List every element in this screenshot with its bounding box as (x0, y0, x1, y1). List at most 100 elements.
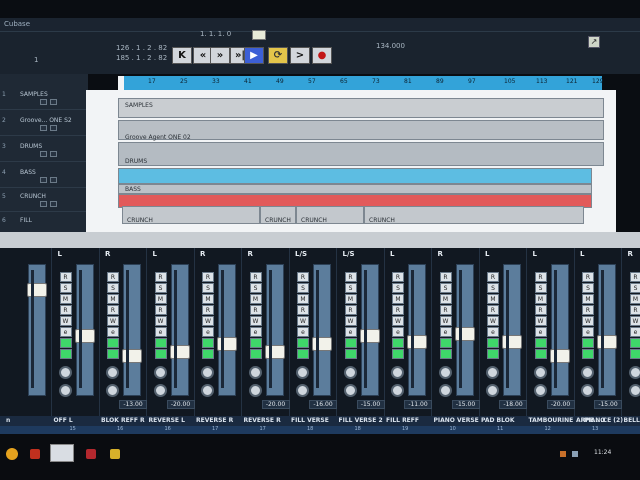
insert-toggle[interactable] (629, 349, 640, 359)
channel-button[interactable]: S (534, 283, 547, 293)
pan-knob-icon[interactable] (391, 366, 404, 379)
crunch-part[interactable]: CRUNCH (364, 206, 584, 224)
channel-button[interactable]: R (534, 305, 547, 315)
volume-readout[interactable]: -16.00 (309, 400, 337, 409)
monitor-toggle[interactable] (202, 338, 214, 348)
lane-samples[interactable]: SAMPLES (118, 98, 604, 118)
pan-knob-icon[interactable] (533, 384, 547, 397)
monitor-toggle[interactable] (392, 338, 404, 348)
play-button[interactable]: ▶ (244, 47, 264, 64)
channel-button[interactable]: e (439, 327, 452, 337)
channel-button[interactable]: W (439, 316, 452, 326)
channel-button[interactable]: M (487, 294, 499, 304)
pan-knob-icon[interactable] (581, 384, 594, 397)
channel-button[interactable]: M (107, 294, 119, 304)
rewind-start-button[interactable]: K (172, 47, 192, 64)
pan-knob-icon[interactable] (486, 366, 499, 379)
fader-handle[interactable] (359, 329, 380, 343)
channel-button[interactable]: W (249, 316, 262, 326)
channel-button[interactable]: R (297, 305, 309, 315)
fader-handle[interactable] (549, 349, 570, 363)
solo-toggle[interactable] (50, 151, 57, 157)
tray-icon[interactable] (560, 451, 566, 457)
monitor-toggle[interactable] (534, 338, 547, 348)
channel-button[interactable]: M (534, 294, 547, 304)
solo-toggle[interactable] (50, 125, 57, 131)
channel-button[interactable]: M (629, 294, 640, 304)
pan-knob-icon[interactable] (153, 366, 167, 379)
channel-button[interactable]: R (107, 305, 119, 315)
mute-toggle[interactable] (40, 151, 47, 157)
pan-knob-icon[interactable] (296, 384, 309, 397)
pan-knob-icon[interactable] (628, 366, 640, 379)
monitor-toggle[interactable] (249, 338, 262, 348)
playhead[interactable] (118, 76, 124, 90)
channel-button[interactable]: e (582, 327, 594, 337)
app-icon[interactable] (110, 449, 120, 459)
channel-button[interactable]: S (59, 283, 72, 293)
fader-handle[interactable] (407, 335, 427, 349)
locator-marker[interactable] (252, 30, 266, 40)
pan-knob-icon[interactable] (628, 384, 640, 397)
track-row[interactable]: 2 Groove... ONE S2 (0, 114, 88, 136)
channel-button[interactable]: S (392, 283, 404, 293)
channel-button[interactable]: e (202, 327, 214, 337)
step-button[interactable]: > (290, 47, 310, 64)
channel-button[interactable]: W (297, 316, 309, 326)
channel-button[interactable]: R (202, 305, 214, 315)
channel-button[interactable]: S (439, 283, 452, 293)
fader-handle[interactable] (27, 283, 47, 297)
channel-button[interactable]: R (582, 305, 594, 315)
channel-button[interactable]: R (534, 272, 547, 282)
start-icon[interactable] (6, 448, 18, 460)
channel-button[interactable]: R (582, 272, 594, 282)
fader-handle[interactable] (597, 335, 617, 349)
crunch-part[interactable]: CRUNCH (122, 206, 260, 224)
channel-button[interactable]: R (107, 272, 119, 282)
monitor-toggle[interactable] (487, 338, 499, 348)
monitor-toggle[interactable] (107, 338, 119, 348)
pan-knob-icon[interactable] (533, 366, 547, 379)
mute-toggle[interactable] (40, 99, 47, 105)
insert-toggle[interactable] (202, 349, 214, 359)
pan-knob-icon[interactable] (248, 366, 262, 379)
pan-knob-icon[interactable] (58, 384, 72, 397)
left-locator[interactable]: 126 . 1 . 2 . 82 (116, 44, 167, 52)
channel-button[interactable]: R (629, 272, 640, 282)
channel-button[interactable]: R (392, 272, 404, 282)
insert-toggle[interactable] (439, 349, 452, 359)
channel-button[interactable]: R (154, 272, 167, 282)
channel-button[interactable]: W (154, 316, 167, 326)
fader-handle[interactable] (122, 349, 142, 363)
expand-icon[interactable]: ↗ (588, 36, 600, 48)
volume-readout[interactable]: -15.00 (594, 400, 622, 409)
pan-knob-icon[interactable] (343, 366, 357, 379)
channel-button[interactable]: R (249, 305, 262, 315)
solo-toggle[interactable] (50, 99, 57, 105)
solo-toggle[interactable] (50, 177, 57, 183)
insert-toggle[interactable] (59, 349, 72, 359)
crunch-part[interactable]: CRUNCH (260, 206, 296, 224)
volume-readout[interactable]: -18.00 (499, 400, 527, 409)
volume-readout[interactable]: -15.00 (451, 400, 480, 409)
channel-button[interactable]: S (582, 283, 594, 293)
insert-toggle[interactable] (582, 349, 594, 359)
channel-button[interactable]: W (534, 316, 547, 326)
insert-toggle[interactable] (534, 349, 547, 359)
monitor-toggle[interactable] (154, 338, 167, 348)
pan-knob-icon[interactable] (391, 384, 404, 397)
channel-button[interactable]: W (629, 316, 640, 326)
right-locator[interactable]: 185 . 1 . 2 . 82 (116, 54, 167, 62)
channel-button[interactable]: e (629, 327, 640, 337)
channel-button[interactable]: S (107, 283, 119, 293)
fader-handle[interactable] (169, 345, 190, 359)
channel-button[interactable]: R (487, 305, 499, 315)
volume-readout[interactable]: -11.00 (404, 400, 432, 409)
mute-toggle[interactable] (40, 177, 47, 183)
pan-knob-icon[interactable] (58, 366, 72, 379)
channel-button[interactable]: M (154, 294, 167, 304)
channel-button[interactable]: R (202, 272, 214, 282)
app-icon[interactable] (86, 449, 96, 459)
channel-button[interactable]: R (344, 305, 357, 315)
channel-button[interactable]: R (439, 305, 452, 315)
